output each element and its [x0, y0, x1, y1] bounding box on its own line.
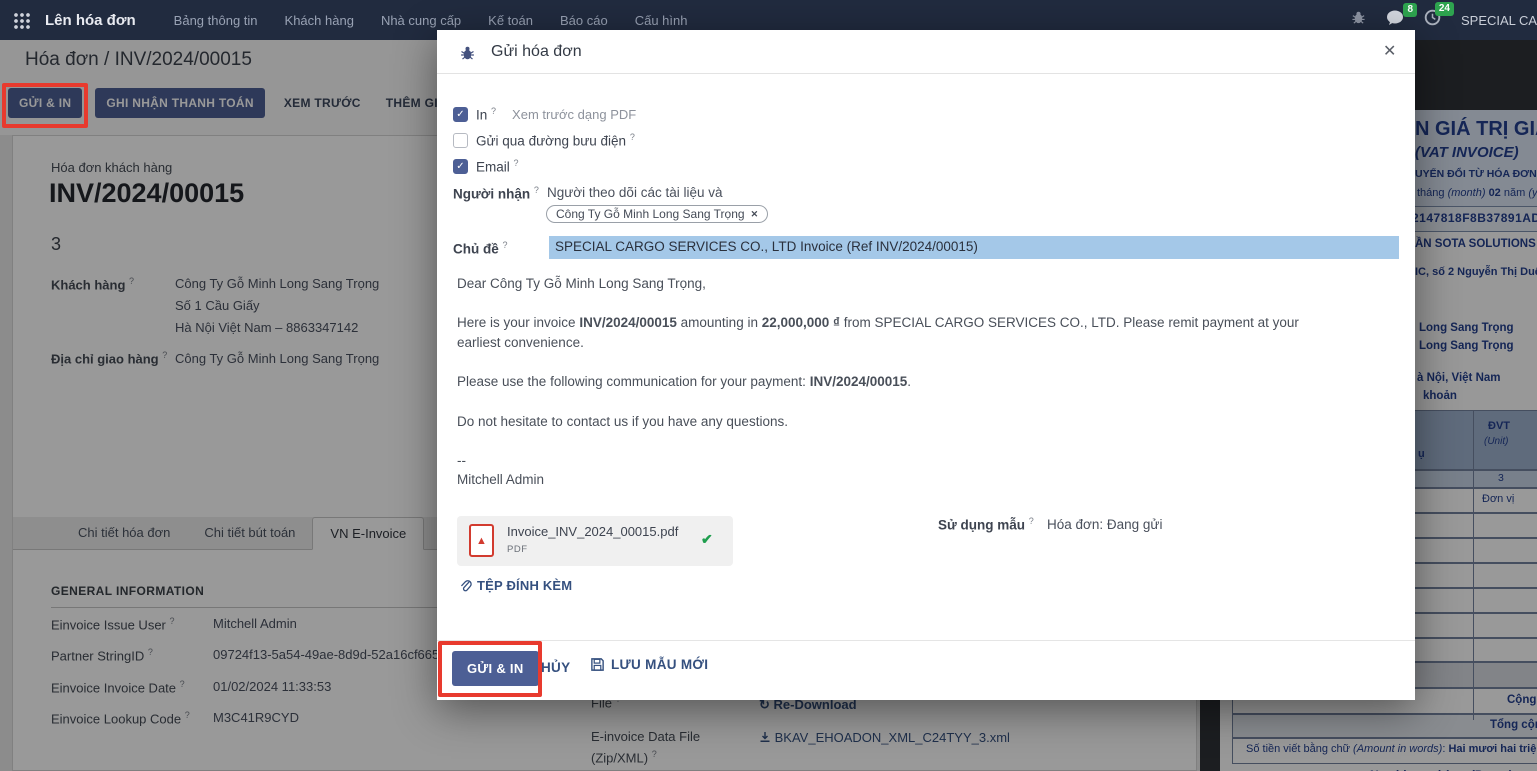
nav-item-dashboard[interactable]: Bảng thông tin [174, 13, 258, 28]
recipients-hint: Người theo dõi các tài liệu và [547, 185, 723, 200]
recipients-label: Người nhận ? [453, 185, 539, 202]
send-invoice-modal: Gửi hóa đơn ✕ ✓ In ? Xem trước dạng PDF … [437, 30, 1415, 700]
email-option-label: Email ? [476, 158, 519, 175]
save-new-template-button[interactable]: LƯU MẪU MỚI [590, 657, 708, 672]
attachment-filename: Invoice_INV_2024_00015.pdf [507, 524, 679, 539]
messages-badge: 8 [1403, 3, 1417, 17]
activities-badge: 24 [1434, 2, 1454, 16]
preview-pdf-link[interactable]: Xem trước dạng PDF [512, 107, 636, 122]
email-greeting: Dear Công Ty Gỗ Minh Long Sang Trọng, [457, 276, 706, 291]
app-name[interactable]: Lên hóa đơn [45, 12, 136, 29]
nav-item-reports[interactable]: Báo cáo [560, 13, 608, 28]
email-paragraph-3: Do not hesitate to contact us if you hav… [457, 413, 788, 429]
modal-header-divider [437, 73, 1415, 74]
floppy-disk-icon [591, 658, 604, 671]
nav-item-settings[interactable]: Cấu hình [635, 13, 688, 28]
nav-item-customers[interactable]: Khách hàng [285, 13, 354, 28]
company-switcher[interactable]: SPECIAL CA [1461, 13, 1537, 28]
close-icon[interactable]: ✕ [1383, 41, 1396, 61]
paperclip-icon [461, 579, 472, 591]
nav-right: 8 24 SPECIAL CA [1351, 2, 1537, 31]
email-signature-separator: -- [457, 453, 466, 469]
modal-title: Gửi hóa đơn [491, 43, 582, 60]
post-checkbox[interactable] [453, 132, 468, 148]
print-checkbox[interactable]: ✓ [453, 106, 468, 122]
apps-grid-icon[interactable] [13, 11, 30, 29]
attach-file-button[interactable]: TỆP ĐÍNH KÈM [459, 578, 572, 593]
post-option-label: Gửi qua đường bưu điện ? [476, 132, 635, 149]
modal-send-print-button[interactable]: GỬI & IN [452, 651, 539, 686]
attachment-check-icon: ✔ [701, 531, 713, 547]
print-option-label: In ? [476, 106, 497, 123]
use-template-label: Sử dụng mẫu ? [938, 516, 1034, 533]
email-paragraph-2: Please use the following communication f… [457, 374, 912, 390]
subject-label: Chủ đề ? [453, 240, 508, 257]
recipient-tag[interactable]: Công Ty Gỗ Minh Long Sang Trọng ✕ [546, 205, 769, 223]
modal-cancel-button[interactable]: HỦY [541, 660, 570, 675]
nav-item-accounting[interactable]: Kế toán [488, 13, 533, 28]
attachment-type: PDF [507, 544, 528, 555]
use-template-value[interactable]: Hóa đơn: Đang gửi [1047, 517, 1162, 532]
activities-clock-icon[interactable]: 24 [1424, 2, 1454, 31]
screen: Lên hóa đơn Bảng thông tin Khách hàng Nh… [0, 0, 1537, 771]
subject-input[interactable]: SPECIAL CARGO SERVICES CO., LTD Invoice … [549, 236, 1399, 259]
print-option-row: ✓ In ? Xem trước dạng PDF [453, 106, 636, 123]
remove-recipient-icon[interactable]: ✕ [751, 209, 759, 220]
debug-bug-icon[interactable] [1351, 10, 1366, 30]
pdf-file-icon: ▲ [469, 524, 494, 557]
email-body-editor[interactable]: Dear Công Ty Gỗ Minh Long Sang Trọng, He… [457, 274, 1319, 490]
post-option-row: Gửi qua đường bưu điện ? [453, 132, 635, 149]
modal-footer-divider [437, 640, 1415, 641]
attachment-card[interactable]: ▲ Invoice_INV_2024_00015.pdf PDF ✔ [457, 516, 733, 566]
messages-icon[interactable]: 8 [1386, 3, 1417, 30]
recipient-tag-label: Công Ty Gỗ Minh Long Sang Trọng [556, 207, 745, 221]
email-signature-name: Mitchell Admin [457, 472, 545, 488]
email-paragraph-1: Here is your invoice INV/2024/00015 amou… [457, 315, 1299, 350]
email-option-row: ✓ Email ? [453, 158, 519, 175]
nav-item-vendors[interactable]: Nhà cung cấp [381, 13, 461, 28]
bug-icon [459, 45, 476, 66]
email-checkbox[interactable]: ✓ [453, 158, 468, 174]
